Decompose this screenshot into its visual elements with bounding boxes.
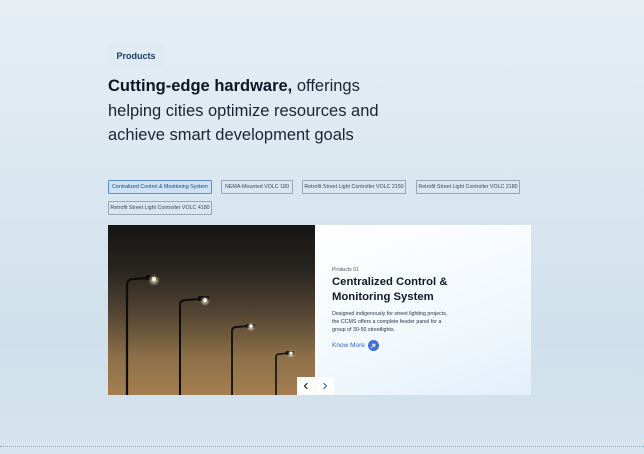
product-title: Centralized Control & Monitoring System: [332, 276, 448, 303]
headline: Cutting-edge hardware, offerings helping…: [108, 74, 388, 148]
tab-retrofit-volc-2180[interactable]: Retrofit Street Light Controller VOLC 21…: [416, 180, 520, 194]
tab-retrofit-volc-4180[interactable]: Retrofit Street Light Controller VOLC 41…: [108, 201, 212, 215]
tab-centralized-control[interactable]: Centralized Control & Monitoring System: [108, 180, 212, 194]
know-more-label: Know More: [332, 342, 365, 349]
know-more-link[interactable]: Know More: [332, 340, 379, 351]
product-breadcrumb: Products 01: [332, 267, 359, 273]
streetlight-photo: [108, 225, 315, 395]
next-slide-button[interactable]: [316, 377, 334, 395]
section-badge: Products: [108, 44, 164, 67]
tab-nema-volc-180[interactable]: NEMA-Mounted VOLC 180: [221, 180, 293, 194]
product-description: Designed indigenously for street lightin…: [332, 311, 448, 333]
headline-bold: Cutting-edge hardware,: [108, 77, 293, 95]
arrow-up-right-icon: [367, 340, 379, 351]
chevron-left-icon: [303, 382, 308, 390]
tab-retrofit-volc-2150[interactable]: Retrofit Street Light Controller VOLC 21…: [302, 180, 406, 194]
streetlights-illustration: [125, 274, 295, 395]
section-divider: [0, 446, 644, 447]
chevron-right-icon: [323, 382, 328, 390]
product-card: Products 01 Centralized Control & Monito…: [108, 225, 531, 395]
product-info: Products 01 Centralized Control & Monito…: [315, 225, 531, 395]
prev-slide-button[interactable]: [297, 377, 315, 395]
